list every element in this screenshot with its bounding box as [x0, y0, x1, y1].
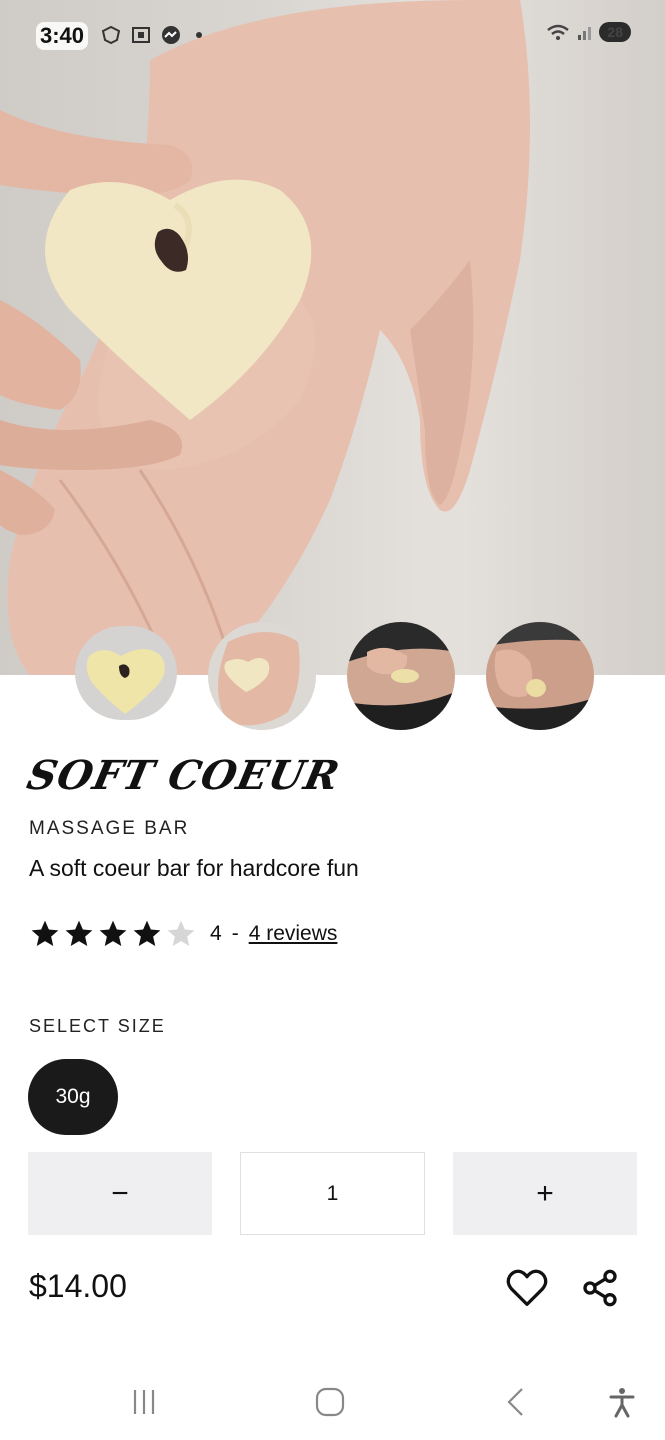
status-system-icons: 28 — [545, 22, 631, 42]
notification-dot-icon — [196, 32, 202, 38]
accessibility-icon — [609, 1388, 635, 1418]
product-title: SOFT COEUR — [23, 752, 345, 799]
product-category: MASSAGE BAR — [29, 818, 190, 839]
quantity-decrease-button[interactable]: − — [28, 1152, 212, 1235]
quantity-increase-button[interactable]: + — [453, 1152, 637, 1235]
accessibility-button[interactable] — [592, 1380, 652, 1424]
status-time: 3:40 — [36, 22, 89, 50]
quantity-field[interactable] — [240, 1152, 425, 1235]
star-empty-icon — [167, 920, 195, 946]
share-button[interactable] — [576, 1266, 624, 1310]
star-filled-icon — [65, 920, 93, 946]
thumbnail-hands-image — [208, 622, 316, 730]
system-navigation-bar — [0, 1360, 665, 1440]
hands-with-heart-soap-illustration — [0, 0, 530, 675]
select-size-heading: SELECT SIZE — [29, 1016, 166, 1036]
image-thumbnails — [0, 622, 665, 732]
rating-separator: - — [231, 922, 239, 945]
rating-row: 4 - 4 reviews — [28, 918, 337, 950]
recent-apps-button[interactable] — [114, 1380, 174, 1424]
screenshot-icon — [132, 27, 150, 43]
thumbnail-4[interactable] — [486, 622, 594, 730]
thumbnail-heart-soap-image — [75, 626, 177, 720]
thumbnail-3[interactable] — [347, 622, 455, 730]
star-filled-icon — [99, 920, 127, 946]
size-option-30g[interactable]: 30g — [28, 1059, 118, 1135]
back-button[interactable] — [486, 1380, 546, 1424]
star-filled-icon — [133, 920, 161, 946]
battery-indicator: 28 — [599, 22, 631, 42]
rating-value: 4 — [210, 922, 222, 945]
favorite-button[interactable] — [503, 1266, 551, 1310]
thumbnail-arm-rub-image — [486, 622, 594, 730]
thumbnail-arm-massage-image — [347, 622, 455, 730]
signal-icon — [578, 27, 592, 40]
wifi-icon — [547, 24, 570, 40]
status-notification-icons — [100, 24, 202, 46]
thumbnail-1[interactable] — [75, 626, 177, 720]
home-button[interactable] — [300, 1380, 360, 1424]
messenger-icon — [162, 26, 180, 44]
product-tagline: A soft coeur bar for hardcore fun — [29, 855, 359, 881]
recent-apps-icon — [133, 1390, 155, 1414]
status-bar: 3:40 28 — [0, 0, 665, 70]
share-icon — [583, 1269, 617, 1307]
product-hero-image — [0, 0, 665, 675]
home-icon — [315, 1387, 345, 1417]
star-filled-icon — [31, 920, 59, 946]
reviews-link[interactable]: 4 reviews — [249, 922, 338, 946]
back-chevron-icon — [507, 1388, 523, 1416]
heart-outline-icon — [506, 1269, 548, 1306]
thumbnail-2[interactable] — [208, 622, 316, 730]
shield-icon — [101, 25, 121, 45]
product-price: $14.00 — [29, 1268, 127, 1304]
